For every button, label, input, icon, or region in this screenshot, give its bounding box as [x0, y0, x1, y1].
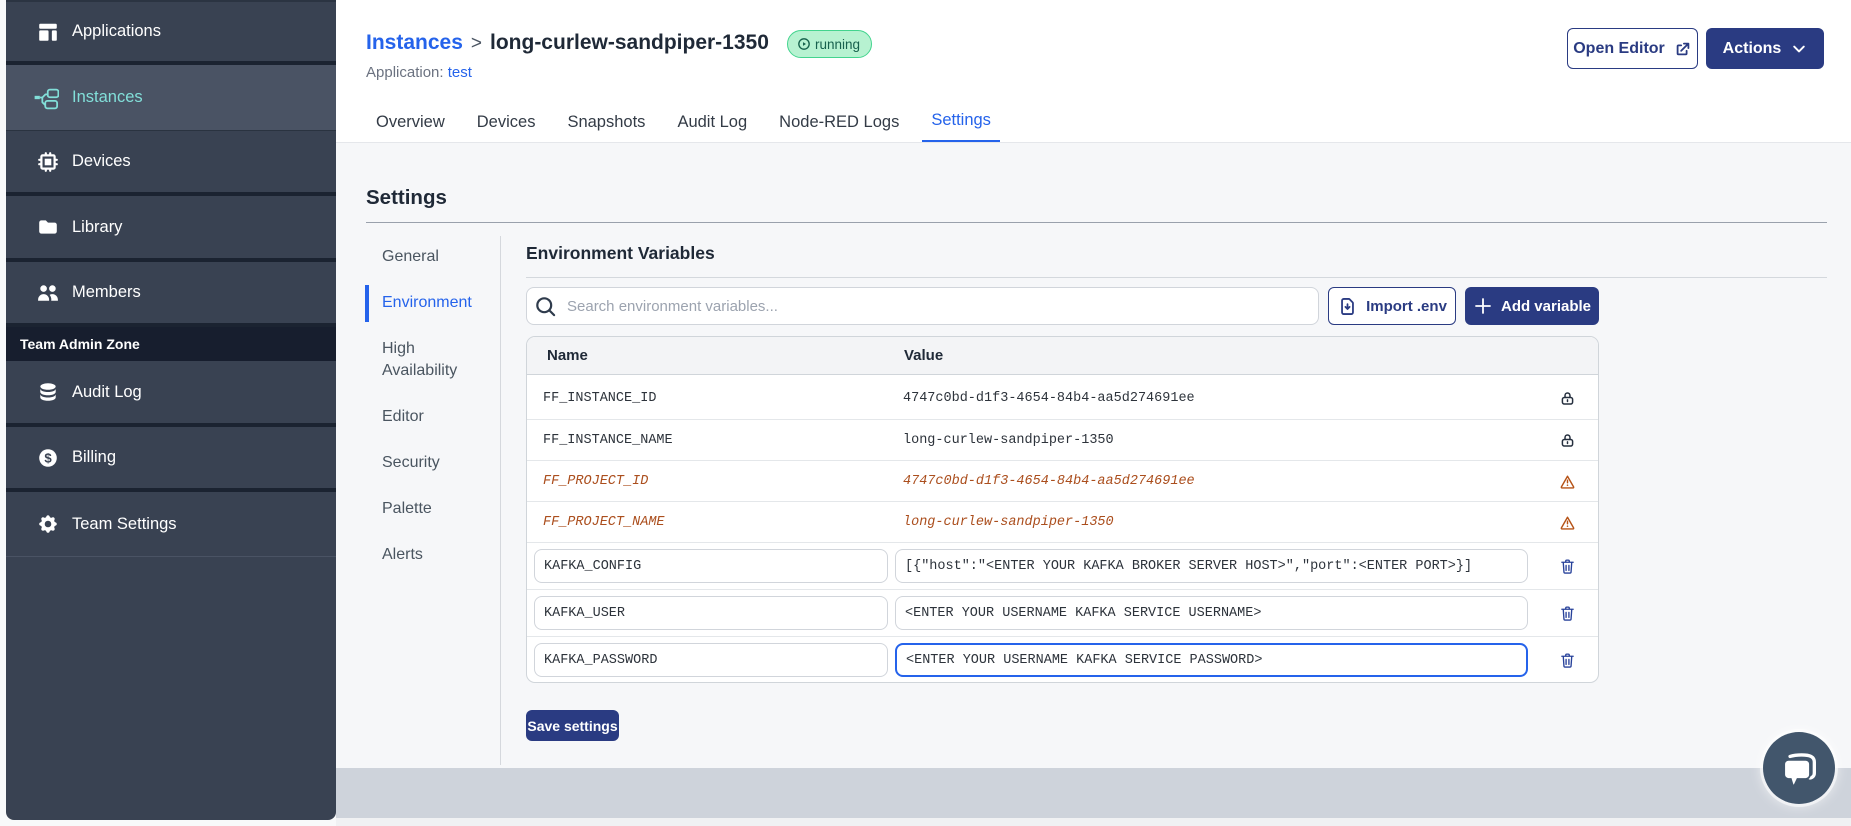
svg-text:$: $	[44, 450, 52, 465]
